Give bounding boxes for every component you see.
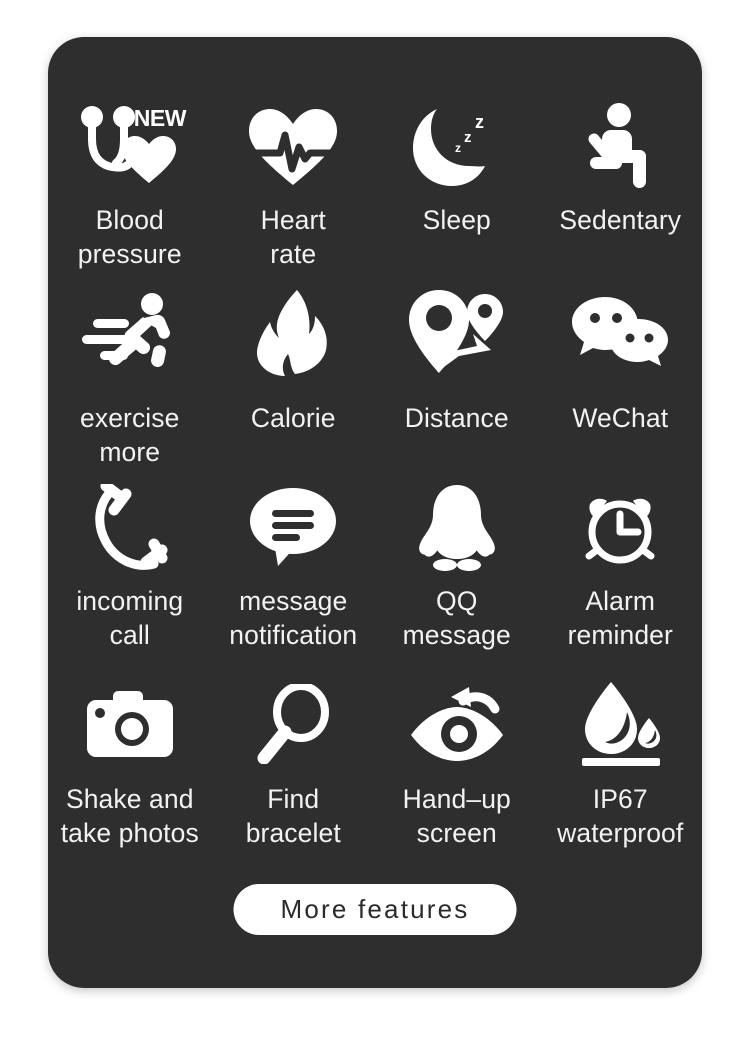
feature-label: Calorie <box>250 403 336 433</box>
feature-label: Distance <box>404 403 509 433</box>
feature-item-sleep[interactable]: z z z Sleep <box>375 99 539 271</box>
wechat-bubbles-icon <box>572 285 669 381</box>
moon-sleep-icon: z z z <box>409 99 505 195</box>
heart-rate-icon <box>247 99 340 195</box>
feature-label: Find bracelet <box>245 784 341 848</box>
feature-item-message-notification[interactable]: message notification <box>212 480 376 652</box>
svg-text:z: z <box>464 129 472 146</box>
feature-label: QQ message <box>402 586 511 650</box>
feature-label: Alarm reminder <box>567 586 673 650</box>
qq-penguin-icon <box>417 480 497 576</box>
flame-icon <box>257 285 329 381</box>
feature-item-wechat[interactable]: WeChat <box>539 285 703 469</box>
feature-label: Heart rate <box>260 205 326 269</box>
feature-label: Hand–up screen <box>402 784 511 848</box>
running-person-icon <box>80 285 180 381</box>
map-pin-route-icon <box>408 285 505 381</box>
eye-raise-arrow-icon <box>409 676 505 772</box>
svg-text:z: z <box>455 141 461 155</box>
feature-item-qq-message[interactable]: QQ message <box>375 480 539 652</box>
feature-label: Shake and take photos <box>60 784 199 848</box>
feature-row-2: exercise more Calorie Distance WeChat <box>48 285 702 469</box>
feature-item-shake-take-photos[interactable]: Shake and take photos <box>48 676 212 850</box>
seated-person-icon <box>584 99 656 195</box>
feature-item-heart-rate[interactable]: Heart rate <box>212 99 376 271</box>
feature-item-incoming-call[interactable]: incoming call <box>48 480 212 652</box>
more-features-button[interactable]: More features <box>233 884 517 935</box>
feature-item-distance[interactable]: Distance <box>375 285 539 469</box>
feature-item-hand-up-screen[interactable]: Hand–up screen <box>375 676 539 850</box>
feature-item-exercise-more[interactable]: exercise more <box>48 285 212 469</box>
speech-bubble-lines-icon <box>250 480 337 576</box>
feature-card: NEW Blood pressure Heart rate z z z Slee… <box>48 37 702 988</box>
feature-item-calorie[interactable]: Calorie <box>212 285 376 469</box>
magnifier-icon <box>257 676 330 772</box>
feature-row-1: NEW Blood pressure Heart rate z z z Slee… <box>48 99 702 271</box>
feature-label: Blood pressure <box>77 205 182 269</box>
feature-item-blood-pressure[interactable]: NEW Blood pressure <box>48 99 212 271</box>
new-badge: NEW <box>133 105 187 131</box>
feature-label: WeChat <box>572 403 669 433</box>
feature-label: incoming call <box>76 586 184 650</box>
feature-row-4: Shake and take photos Find bracelet Hand… <box>48 676 702 850</box>
stethoscope-heart-icon: NEW <box>76 99 187 195</box>
feature-row-3: incoming call message notification QQ me… <box>48 480 702 652</box>
feature-label: Sedentary <box>559 205 682 235</box>
feature-label: IP67 waterproof <box>557 784 684 848</box>
feature-item-sedentary[interactable]: Sedentary <box>539 99 703 271</box>
camera-icon <box>86 676 173 772</box>
svg-text:z: z <box>475 112 484 132</box>
feature-item-ip67-waterproof[interactable]: IP67 waterproof <box>539 676 703 850</box>
phone-handset-icon <box>92 480 168 576</box>
feature-label: exercise more <box>80 403 180 467</box>
feature-label: message notification <box>229 586 358 650</box>
feature-item-find-bracelet[interactable]: Find bracelet <box>212 676 376 850</box>
alarm-clock-icon <box>576 480 664 576</box>
water-drop-icon <box>577 676 663 772</box>
feature-item-alarm-reminder[interactable]: Alarm reminder <box>539 480 703 652</box>
feature-label: Sleep <box>422 205 491 235</box>
